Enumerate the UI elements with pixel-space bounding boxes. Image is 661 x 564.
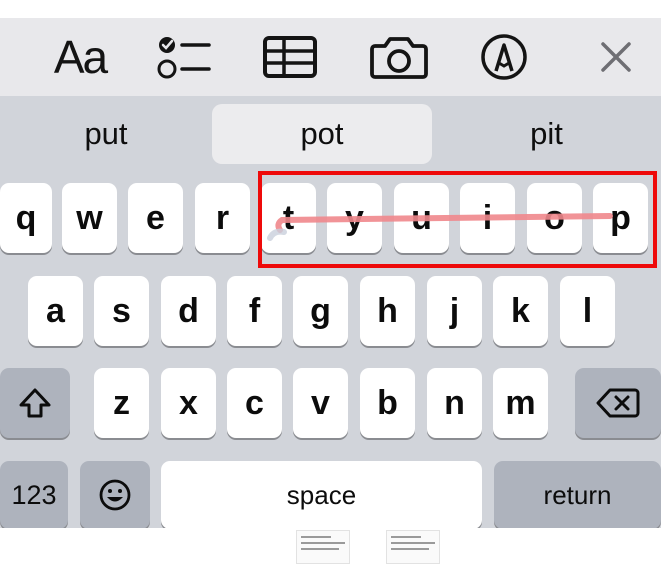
key-z[interactable]: z: [94, 368, 149, 438]
key-c[interactable]: c: [227, 368, 282, 438]
key-k[interactable]: k: [493, 276, 548, 346]
keyboard: put pot pit q w e r t y u i o p a s d f …: [0, 96, 661, 529]
key-h[interactable]: h: [360, 276, 415, 346]
key-v[interactable]: v: [293, 368, 348, 438]
table-button[interactable]: [255, 18, 325, 96]
close-icon: [601, 42, 631, 72]
prediction-right[interactable]: pit: [432, 104, 661, 164]
key-d[interactable]: d: [161, 276, 216, 346]
markup-icon: [481, 34, 527, 80]
key-w[interactable]: w: [62, 183, 117, 253]
formatting-toolbar: Aa: [0, 18, 661, 96]
close-button[interactable]: [590, 18, 642, 96]
prediction-center[interactable]: pot: [212, 104, 432, 164]
predictive-text-bar: put pot pit: [0, 96, 661, 172]
camera-button[interactable]: [362, 18, 436, 96]
key-f[interactable]: f: [227, 276, 282, 346]
thumbnail-preview: [296, 530, 350, 564]
checklist-icon: [157, 37, 211, 79]
key-j[interactable]: j: [427, 276, 482, 346]
shift-key[interactable]: [0, 368, 70, 438]
notes-keyboard-screen: Aa put pot pit q w e r t y u i o p a s d…: [0, 0, 661, 564]
prediction-left[interactable]: put: [0, 104, 212, 164]
delete-key[interactable]: [575, 368, 661, 438]
shift-icon: [19, 388, 51, 418]
key-a[interactable]: a: [28, 276, 83, 346]
key-g[interactable]: g: [293, 276, 348, 346]
thumbnail-preview: [386, 530, 440, 564]
text-format-button[interactable]: Aa: [40, 18, 120, 96]
key-m[interactable]: m: [493, 368, 548, 438]
table-icon: [263, 36, 317, 78]
space-key[interactable]: space: [161, 461, 482, 529]
key-s[interactable]: s: [94, 276, 149, 346]
highlight-box: [258, 171, 657, 268]
key-e[interactable]: e: [128, 183, 183, 253]
return-key[interactable]: return: [494, 461, 661, 529]
markup-button[interactable]: [474, 18, 534, 96]
numbers-key[interactable]: 123: [0, 461, 68, 529]
key-q[interactable]: q: [0, 183, 52, 253]
camera-icon: [370, 37, 428, 79]
emoji-icon: [99, 479, 131, 511]
key-b[interactable]: b: [360, 368, 415, 438]
emoji-key[interactable]: [80, 461, 150, 529]
key-n[interactable]: n: [427, 368, 482, 438]
key-r[interactable]: r: [195, 183, 250, 253]
key-l[interactable]: l: [560, 276, 615, 346]
delete-icon: [596, 388, 640, 418]
key-x[interactable]: x: [161, 368, 216, 438]
checklist-button[interactable]: [150, 18, 220, 96]
